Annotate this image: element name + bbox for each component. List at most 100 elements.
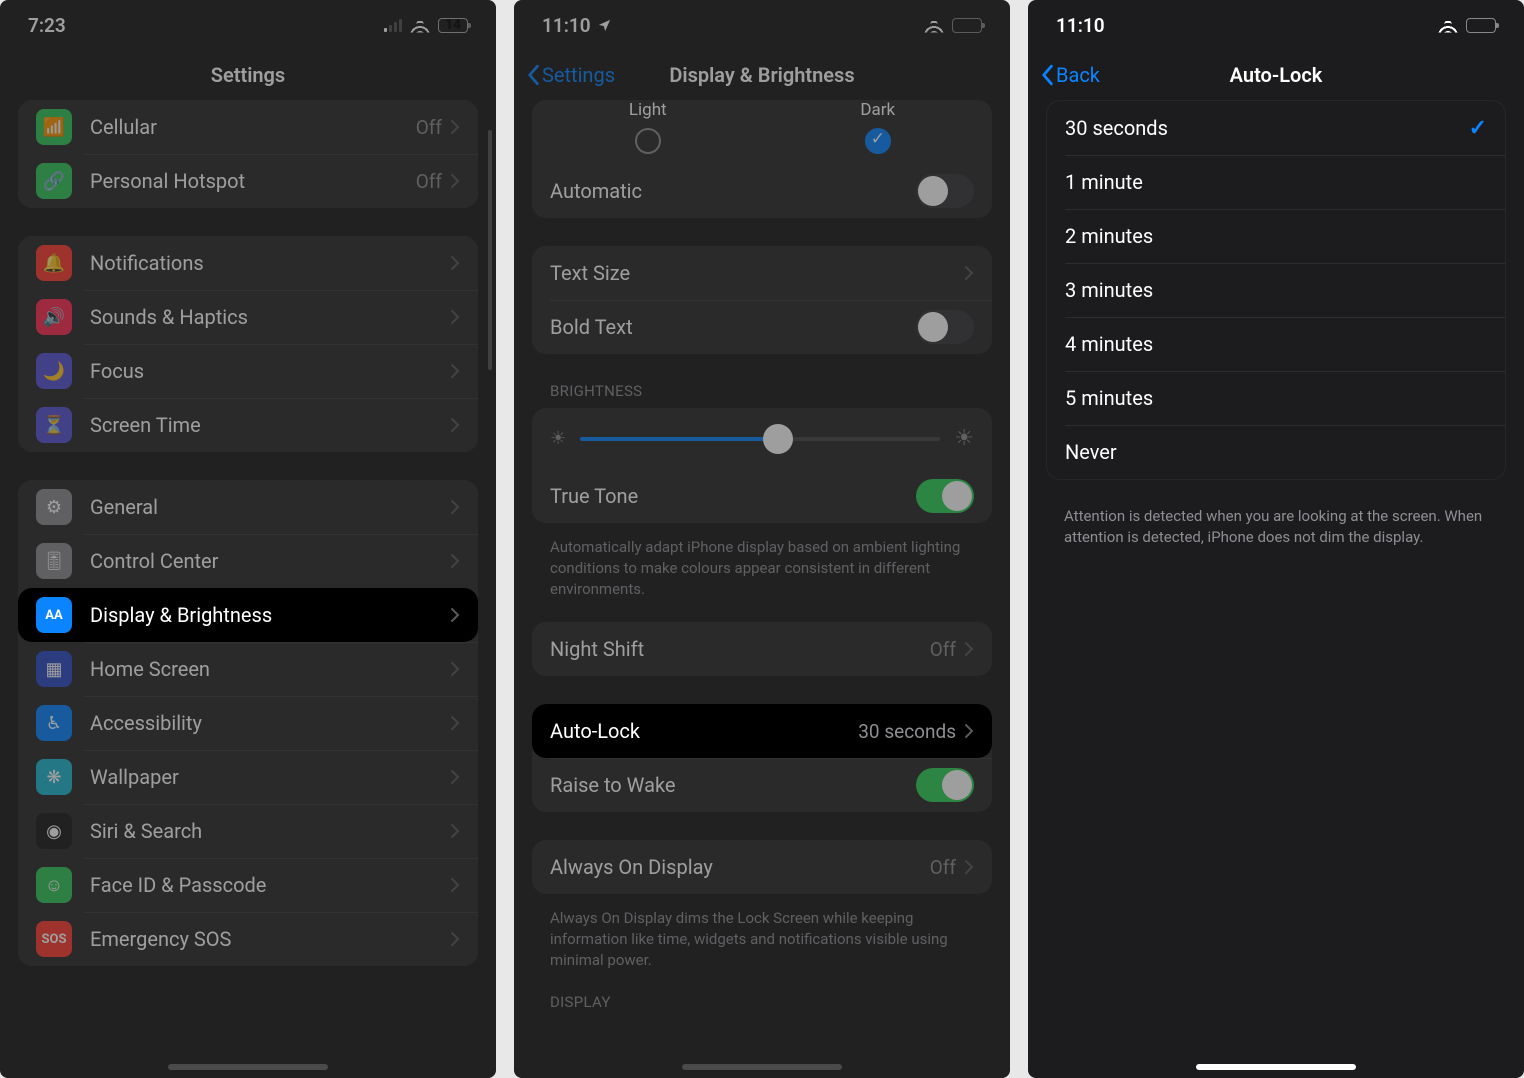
scroll-indicator[interactable]: [488, 130, 492, 370]
chevron-right-icon: [964, 265, 974, 281]
option-label: 30 seconds: [1065, 116, 1469, 140]
home-indicator[interactable]: [1196, 1064, 1356, 1070]
settings-row-face-id-passcode[interactable]: ☺︎ Face ID & Passcode: [18, 858, 478, 912]
chevron-left-icon: [526, 64, 540, 86]
settings-row-focus[interactable]: 🌙 Focus: [18, 344, 478, 398]
bold-text-row[interactable]: Bold Text: [532, 300, 992, 354]
autolock-option[interactable]: 3 minutes: [1047, 263, 1505, 317]
settings-row-siri-search[interactable]: ◉ Siri & Search: [18, 804, 478, 858]
settings-row-screen-time[interactable]: ⏳ Screen Time: [18, 398, 478, 452]
chevron-right-icon: [964, 723, 974, 739]
brightness-slider-row[interactable]: ☀︎ ☀︎: [532, 408, 992, 469]
option-label: 3 minutes: [1065, 278, 1487, 302]
chevron-right-icon: [450, 661, 460, 677]
autolock-option[interactable]: 4 minutes: [1047, 317, 1505, 371]
settings-row-display-brightness[interactable]: AA Display & Brightness: [18, 588, 478, 642]
grid-icon: ▦: [36, 651, 72, 687]
status-time: 11:10: [542, 14, 591, 37]
face-icon: ☺︎: [36, 867, 72, 903]
wifi-icon: [410, 18, 430, 33]
option-label: 4 minutes: [1065, 332, 1487, 356]
settings-row-cellular[interactable]: 📶 Cellular Off: [18, 100, 478, 154]
checkmark-icon: ✓: [1469, 116, 1487, 141]
row-label: Emergency SOS: [90, 927, 450, 951]
autolock-options: 30 seconds✓ 1 minute 2 minutes 3 minutes…: [1046, 100, 1506, 480]
bell-icon: 🔔: [36, 245, 72, 281]
auto-lock-row[interactable]: Auto-Lock 30 seconds: [532, 704, 992, 758]
access-icon: ♿︎: [36, 705, 72, 741]
status-time: 7:23: [28, 14, 66, 37]
home-indicator[interactable]: [168, 1064, 328, 1070]
settings-row-emergency-sos[interactable]: SOS Emergency SOS: [18, 912, 478, 966]
appearance-dark[interactable]: Dark: [860, 100, 895, 154]
text-size-label: Text Size: [550, 261, 964, 285]
bold-text-toggle[interactable]: [916, 310, 974, 344]
option-label: 5 minutes: [1065, 386, 1487, 410]
row-label: Sounds & Haptics: [90, 305, 450, 329]
row-label: Home Screen: [90, 657, 450, 681]
true-tone-row[interactable]: True Tone: [532, 469, 992, 523]
chevron-right-icon: [450, 553, 460, 569]
AA-icon: AA: [36, 597, 72, 633]
brightness-slider[interactable]: [580, 437, 940, 441]
radio-unchecked-icon: [635, 128, 661, 154]
back-label: Back: [1056, 63, 1100, 87]
settings-row-home-screen[interactable]: ▦ Home Screen: [18, 642, 478, 696]
automatic-toggle[interactable]: [916, 174, 974, 208]
status-bar: 11:10: [514, 0, 1010, 50]
moon-icon: 🌙: [36, 353, 72, 389]
row-label: Screen Time: [90, 413, 450, 437]
autolock-option[interactable]: 30 seconds✓: [1047, 101, 1505, 155]
page-title: Auto-Lock: [1230, 63, 1323, 87]
raise-to-wake-row[interactable]: Raise to Wake: [532, 758, 992, 812]
settings-row-general[interactable]: ⚙︎ General: [18, 480, 478, 534]
settings-row-notifications[interactable]: 🔔 Notifications: [18, 236, 478, 290]
chevron-right-icon: [450, 877, 460, 893]
page-title: Display & Brightness: [669, 63, 854, 87]
raise-to-wake-toggle[interactable]: [916, 768, 974, 802]
appearance-light[interactable]: Light: [629, 100, 667, 154]
night-shift-row[interactable]: Night Shift Off: [532, 622, 992, 676]
row-value: Off: [416, 170, 442, 193]
aod-group: Always On Display Off: [532, 840, 992, 894]
settings-row-sounds-haptics[interactable]: 🔊 Sounds & Haptics: [18, 290, 478, 344]
status-bar: 7:23 14: [0, 0, 496, 50]
true-tone-footer: Automatically adapt iPhone display based…: [532, 527, 992, 600]
appearance-dark-label: Dark: [860, 100, 895, 120]
settings-row-control-center[interactable]: 🎚 Control Center: [18, 534, 478, 588]
automatic-row[interactable]: Automatic: [532, 164, 992, 218]
status-bar: 11:10: [1028, 0, 1524, 50]
brightness-header: BRIGHTNESS: [532, 382, 992, 408]
back-button[interactable]: Settings: [526, 63, 615, 87]
true-tone-toggle[interactable]: [916, 479, 974, 513]
appearance-group: Light Dark Automatic: [532, 100, 992, 218]
chevron-right-icon: [450, 769, 460, 785]
night-shift-label: Night Shift: [550, 637, 930, 661]
sun-small-icon: ☀︎: [550, 428, 566, 449]
row-label: Accessibility: [90, 711, 450, 735]
home-indicator[interactable]: [682, 1064, 842, 1070]
gear-icon: ⚙︎: [36, 489, 72, 525]
back-button[interactable]: Back: [1040, 63, 1100, 87]
appearance-light-label: Light: [629, 100, 667, 120]
bold-text-label: Bold Text: [550, 315, 916, 339]
autolock-option[interactable]: Never: [1047, 425, 1505, 479]
option-label: Never: [1065, 440, 1487, 464]
settings-row-wallpaper[interactable]: ❋ Wallpaper: [18, 750, 478, 804]
option-label: 2 minutes: [1065, 224, 1487, 248]
text-size-row[interactable]: Text Size: [532, 246, 992, 300]
chevron-right-icon: [450, 119, 460, 135]
switches-icon: 🎚: [36, 543, 72, 579]
settings-row-accessibility[interactable]: ♿︎ Accessibility: [18, 696, 478, 750]
always-on-row[interactable]: Always On Display Off: [532, 840, 992, 894]
row-label: Display & Brightness: [90, 603, 450, 627]
autolock-option[interactable]: 5 minutes: [1047, 371, 1505, 425]
settings-row-personal-hotspot[interactable]: 🔗 Personal Hotspot Off: [18, 154, 478, 208]
timer-icon: ⏳: [36, 407, 72, 443]
nav-bar: Settings: [0, 50, 496, 100]
autolock-option[interactable]: 1 minute: [1047, 155, 1505, 209]
auto-lock-screen: 11:10 Back Auto-Lock 30 seconds✓ 1 minut…: [1028, 0, 1524, 1078]
row-label: Wallpaper: [90, 765, 450, 789]
auto-lock-label: Auto-Lock: [550, 719, 858, 743]
autolock-option[interactable]: 2 minutes: [1047, 209, 1505, 263]
